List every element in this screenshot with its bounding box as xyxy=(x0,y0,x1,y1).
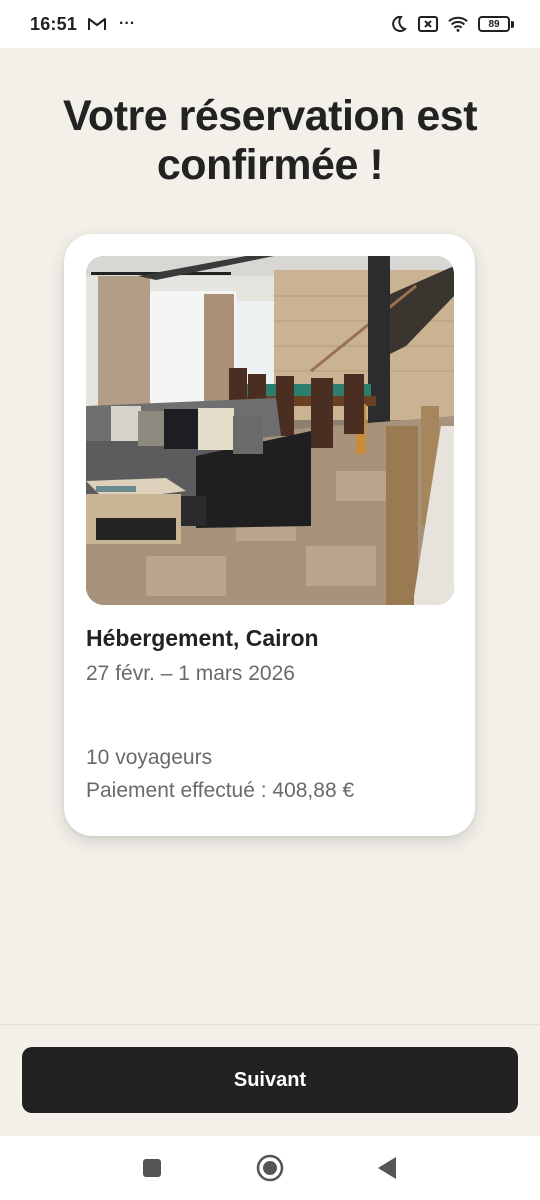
navigation-bar xyxy=(0,1136,540,1200)
more-icon: ··· xyxy=(119,15,136,32)
wifi-icon xyxy=(448,14,468,34)
status-bar: 16:51 ··· 89 xyxy=(0,0,540,48)
footer-divider xyxy=(0,1024,540,1025)
status-time: 16:51 xyxy=(30,13,78,34)
reservation-card[interactable]: Hébergement, Cairon 27 févr. – 1 mars 20… xyxy=(64,234,475,836)
listing-dates: 27 févr. – 1 mars 2026 xyxy=(86,662,295,685)
listing-photo[interactable] xyxy=(86,256,454,605)
gmail-icon xyxy=(87,14,107,34)
no-sim-icon xyxy=(418,14,438,34)
status-bar-right: 89 xyxy=(388,14,514,34)
listing-payment: Paiement effectué : 408,88 € xyxy=(86,779,355,802)
status-bar-left: 16:51 ··· xyxy=(30,14,137,35)
battery-level: 89 xyxy=(478,16,510,32)
recents-square-icon[interactable] xyxy=(137,1153,167,1183)
do-not-disturb-moon-icon xyxy=(388,14,408,34)
home-circle-icon[interactable] xyxy=(255,1153,285,1183)
back-triangle-icon[interactable] xyxy=(372,1153,402,1183)
listing-guests: 10 voyageurs xyxy=(86,746,213,769)
battery-icon: 89 xyxy=(478,16,514,32)
next-button[interactable]: Suivant xyxy=(22,1047,518,1113)
listing-title: Hébergement, Cairon xyxy=(86,625,319,651)
page-title: Votre réservation est confirmée ! xyxy=(62,92,478,189)
